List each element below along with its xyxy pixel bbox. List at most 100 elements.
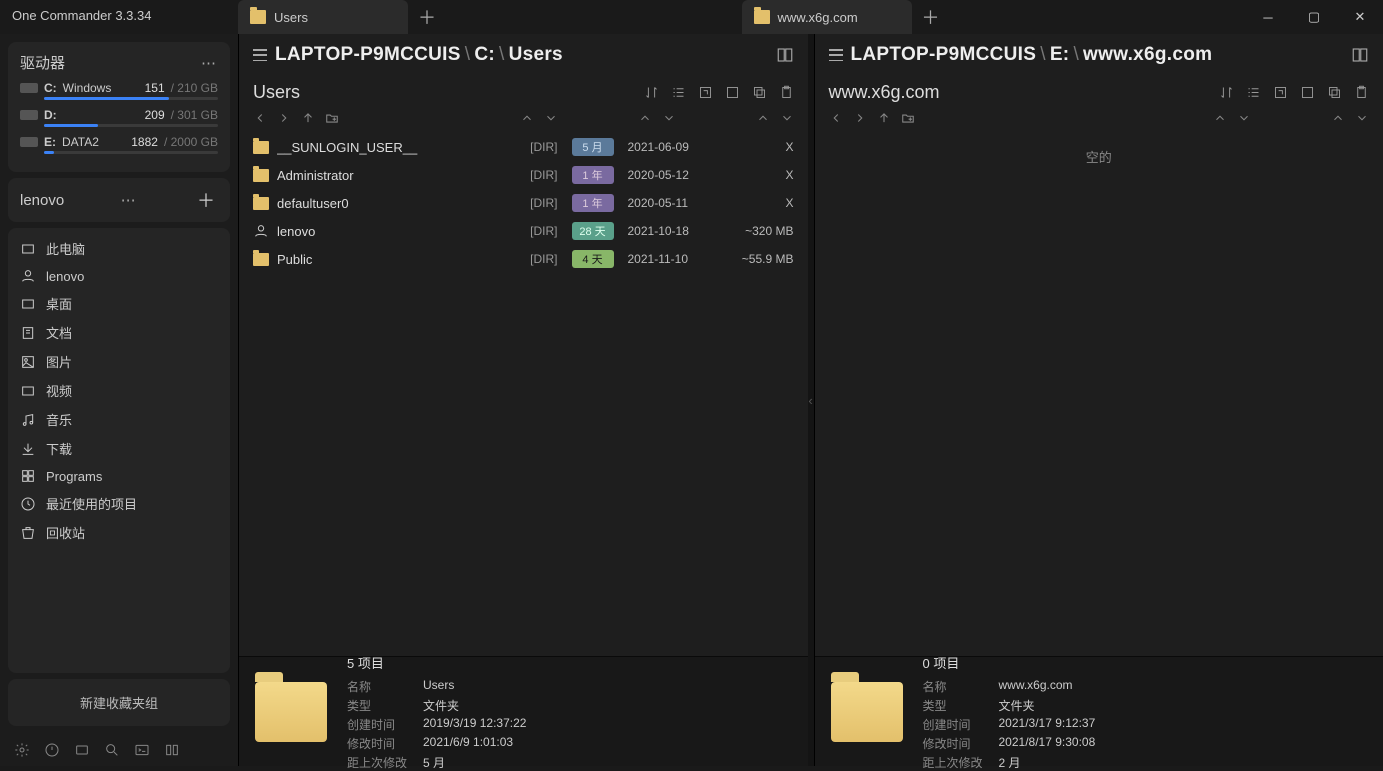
sidebar-item[interactable]: 桌面 xyxy=(12,289,226,318)
size: X xyxy=(722,168,794,182)
file-list[interactable]: __SUNLOGIN_USER__ [DIR] 5 月 2021-06-09 X… xyxy=(239,133,808,656)
power-icon[interactable] xyxy=(44,742,60,758)
tab-left[interactable]: Users xyxy=(238,0,408,34)
table-row[interactable]: lenovo [DIR] 28 天 2021-10-18 ~320 MB xyxy=(239,217,808,245)
age-badge: 1 年 xyxy=(572,194,614,212)
sidebar-item-label: Programs xyxy=(46,469,102,484)
folder-new-icon[interactable] xyxy=(901,111,915,125)
table-row[interactable]: Administrator [DIR] 1 年 2020-05-12 X xyxy=(239,161,808,189)
chevron-down-icon[interactable] xyxy=(1355,111,1369,125)
sidebar-item-label: 视频 xyxy=(46,381,72,400)
chevron-down-icon[interactable] xyxy=(780,111,794,125)
folder-icon xyxy=(250,10,266,24)
back-icon[interactable] xyxy=(253,111,267,125)
window-icon[interactable] xyxy=(74,742,90,758)
maximize-button[interactable]: ▢ xyxy=(1291,0,1337,34)
columns-icon[interactable] xyxy=(164,742,180,758)
sidebar-item-label: 音乐 xyxy=(46,410,72,429)
forward-icon[interactable] xyxy=(277,111,291,125)
more-icon[interactable]: ⋯ xyxy=(121,191,138,209)
chevron-up-icon[interactable] xyxy=(638,111,652,125)
list-icon[interactable] xyxy=(1246,85,1261,100)
folder-new-icon[interactable] xyxy=(325,111,339,125)
close-button[interactable]: ✕ xyxy=(1337,0,1383,34)
size: ~320 MB xyxy=(722,224,794,238)
up-icon[interactable] xyxy=(877,111,891,125)
toolbar xyxy=(644,85,794,100)
terminal-icon[interactable] xyxy=(134,742,150,758)
folder-preview-icon xyxy=(831,682,903,742)
drive-item[interactable]: E: DATA2 1882 / 2000 GB xyxy=(20,135,218,154)
sort-icon[interactable] xyxy=(1219,85,1234,100)
up-icon[interactable] xyxy=(301,111,315,125)
chevron-down-icon[interactable] xyxy=(544,111,558,125)
tab-label: Users xyxy=(274,10,308,25)
sidebar-item-label: 文档 xyxy=(46,323,72,342)
file-name: lenovo xyxy=(277,224,508,239)
back-icon[interactable] xyxy=(829,111,843,125)
disk-icon xyxy=(20,137,38,147)
checkbox-icon[interactable] xyxy=(1300,85,1315,100)
chevron-up-icon[interactable] xyxy=(756,111,770,125)
add-favorite-button[interactable]: ＋ xyxy=(194,188,218,212)
new-window-icon[interactable] xyxy=(1273,85,1288,100)
checkbox-icon[interactable] xyxy=(725,85,740,100)
menu-icon[interactable] xyxy=(253,49,267,61)
folder-icon xyxy=(253,253,269,266)
chevron-up-icon[interactable] xyxy=(1331,111,1345,125)
file-name: Administrator xyxy=(277,168,508,183)
breadcrumb[interactable]: LAPTOP-P9MCCUIS\E:\www.x6g.com xyxy=(851,44,1213,66)
sidebar-item-label: 图片 xyxy=(46,352,72,371)
sidebar-item[interactable]: 视频 xyxy=(12,376,226,405)
sidebar-item[interactable]: 音乐 xyxy=(12,405,226,434)
sidebar: 驱动器 ⋯ C: Windows 151 / 210 GB D: 209 / 3… xyxy=(0,34,238,766)
drive-item[interactable]: C: Windows 151 / 210 GB xyxy=(20,81,218,100)
sidebar-item[interactable]: 图片 xyxy=(12,347,226,376)
minimize-button[interactable]: ─ xyxy=(1245,0,1291,34)
sidebar-item[interactable]: lenovo xyxy=(12,263,226,289)
tab-add-button[interactable]: ＋ xyxy=(914,0,948,34)
sidebar-item[interactable]: 回收站 xyxy=(12,518,226,547)
table-row[interactable]: defaultuser0 [DIR] 1 年 2020-05-11 X xyxy=(239,189,808,217)
forward-icon[interactable] xyxy=(853,111,867,125)
chevron-down-icon[interactable] xyxy=(1237,111,1251,125)
sort-icon[interactable] xyxy=(644,85,659,100)
table-row[interactable]: __SUNLOGIN_USER__ [DIR] 5 月 2021-06-09 X xyxy=(239,133,808,161)
sidebar-item[interactable]: 最近使用的项目 xyxy=(12,489,226,518)
fav-title: lenovo xyxy=(20,192,64,209)
new-group-button[interactable]: 新建收藏夹组 xyxy=(8,679,230,726)
chevron-down-icon[interactable] xyxy=(662,111,676,125)
size: ~55.9 MB xyxy=(722,252,794,266)
folder-icon xyxy=(253,141,269,154)
layout-icon[interactable] xyxy=(1351,46,1369,64)
sidebar-item[interactable]: 此电脑 xyxy=(12,234,226,263)
paste-icon[interactable] xyxy=(1354,85,1369,100)
sidebar-item[interactable]: 文档 xyxy=(12,318,226,347)
status-bar: 5 项目 名称Users 类型文件夹 创建时间2019/3/19 12:37:2… xyxy=(239,656,808,766)
sidebar-item[interactable]: 下载 xyxy=(12,434,226,463)
menu-icon[interactable] xyxy=(829,49,843,61)
tab-add-button[interactable]: ＋ xyxy=(410,0,444,34)
chevron-up-icon[interactable] xyxy=(520,111,534,125)
table-row[interactable]: Public [DIR] 4 天 2021-11-10 ~55.9 MB xyxy=(239,245,808,273)
folder-preview-icon xyxy=(255,682,327,742)
paste-icon[interactable] xyxy=(779,85,794,100)
more-icon[interactable]: ⋯ xyxy=(201,54,218,72)
file-list[interactable]: 空的 xyxy=(815,133,1383,656)
sidebar-item[interactable]: Programs xyxy=(12,463,226,489)
tab-right[interactable]: www.x6g.com xyxy=(742,0,912,34)
breadcrumb[interactable]: LAPTOP-P9MCCUIS\C:\Users xyxy=(275,44,563,66)
new-window-icon[interactable] xyxy=(698,85,713,100)
copy-icon[interactable] xyxy=(752,85,767,100)
search-icon[interactable] xyxy=(104,742,120,758)
chevron-up-icon[interactable] xyxy=(1213,111,1227,125)
gear-icon[interactable] xyxy=(14,742,30,758)
date: 2021-10-18 xyxy=(628,224,714,238)
sidebar-item-label: 最近使用的项目 xyxy=(46,494,137,513)
list-icon[interactable] xyxy=(671,85,686,100)
drive-item[interactable]: D: 209 / 301 GB xyxy=(20,108,218,127)
copy-icon[interactable] xyxy=(1327,85,1342,100)
size: X xyxy=(722,196,794,210)
layout-icon[interactable] xyxy=(776,46,794,64)
date: 2021-11-10 xyxy=(628,252,714,266)
